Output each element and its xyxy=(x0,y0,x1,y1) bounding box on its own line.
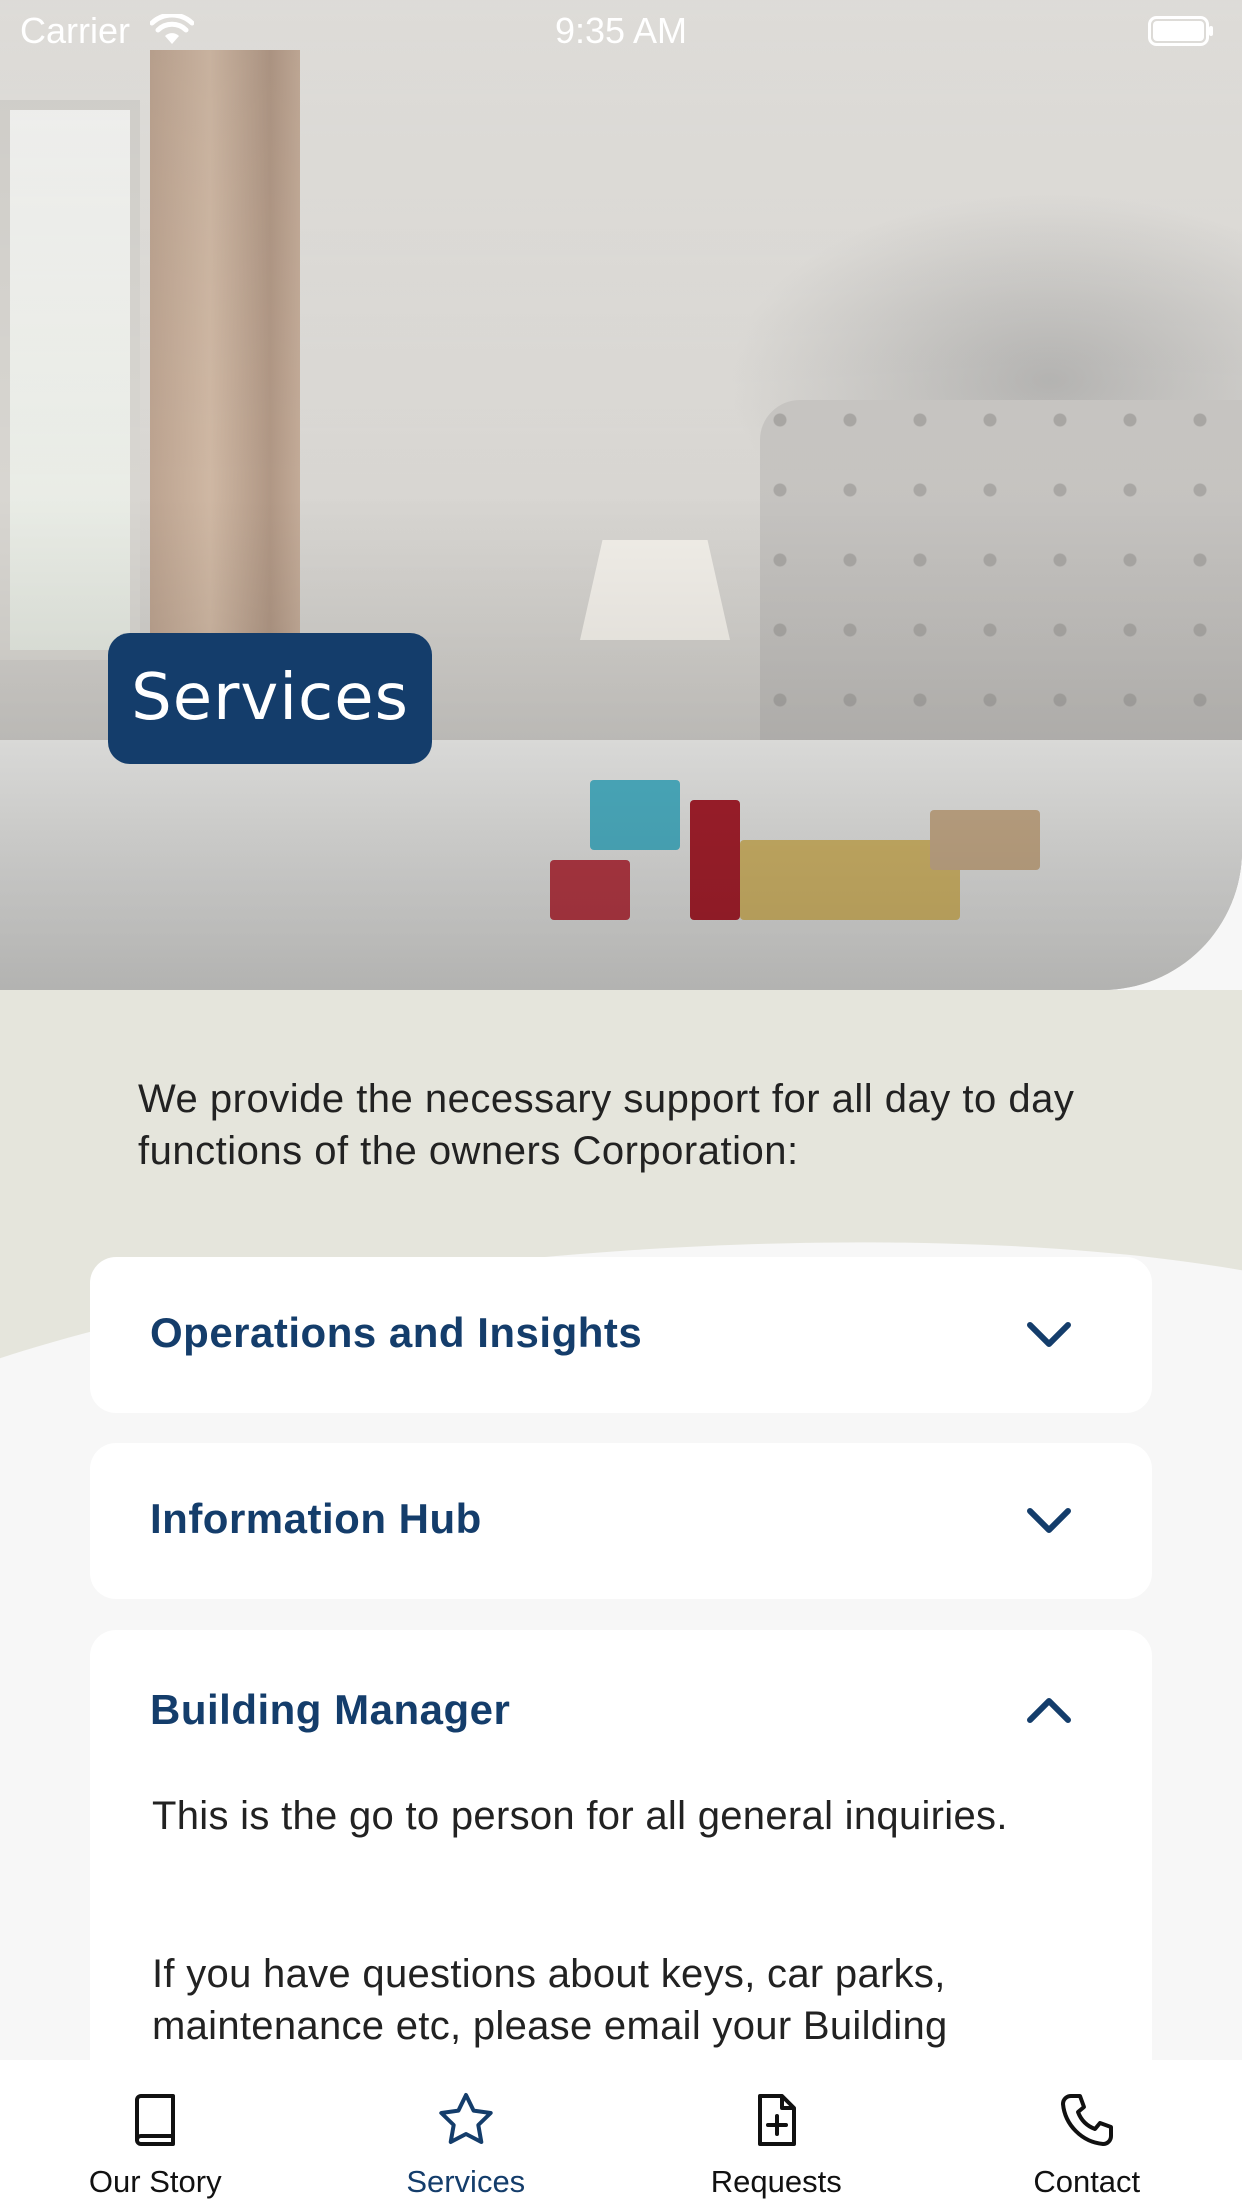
tab-bar: Our Story Services Requests Contact xyxy=(0,2060,1242,2208)
accordion-operations-and-insights[interactable]: Operations and Insights xyxy=(90,1257,1152,1413)
hero-shade xyxy=(0,0,1242,990)
status-bar: Carrier 9:35 AM xyxy=(0,0,1242,60)
accordion-information-hub[interactable]: Information Hub xyxy=(90,1443,1152,1599)
file-plus-icon xyxy=(758,2094,797,2146)
chevron-down-icon[interactable] xyxy=(1026,1507,1072,1535)
chevron-up-icon[interactable] xyxy=(1026,1696,1072,1724)
phone-icon xyxy=(1060,2094,1113,2146)
chevron-down-icon[interactable] xyxy=(1026,1321,1072,1349)
battery-icon xyxy=(1148,16,1213,46)
accordion-title: Building Manager xyxy=(150,1686,511,1733)
page-title-badge: Services xyxy=(108,633,432,764)
intro-text: We provide the necessary support for all… xyxy=(138,1077,1075,1173)
tab-requests[interactable]: Requests xyxy=(621,2060,932,2208)
accordion-title: Information Hub xyxy=(150,1495,482,1542)
star-icon xyxy=(439,2093,493,2144)
accordion-body-paragraph: If you have questions about keys, car pa… xyxy=(152,1952,948,2048)
accordion-body-paragraph: This is the go to person for all general… xyxy=(152,1794,1008,1838)
status-time: 9:35 AM xyxy=(554,10,688,51)
tab-contact[interactable]: Contact xyxy=(932,2060,1242,2208)
tab-our-story[interactable]: Our Story xyxy=(0,2060,311,2208)
tab-label: Services xyxy=(406,2164,526,2199)
tab-services[interactable]: Services xyxy=(311,2060,622,2208)
book-icon xyxy=(135,2094,176,2146)
tab-label: Contact xyxy=(1033,2164,1141,2199)
hero-image: Services xyxy=(0,0,1242,990)
accordion-title: Operations and Insights xyxy=(150,1309,643,1356)
tab-label: Our Story xyxy=(88,2164,222,2199)
tab-label: Requests xyxy=(710,2164,842,2199)
